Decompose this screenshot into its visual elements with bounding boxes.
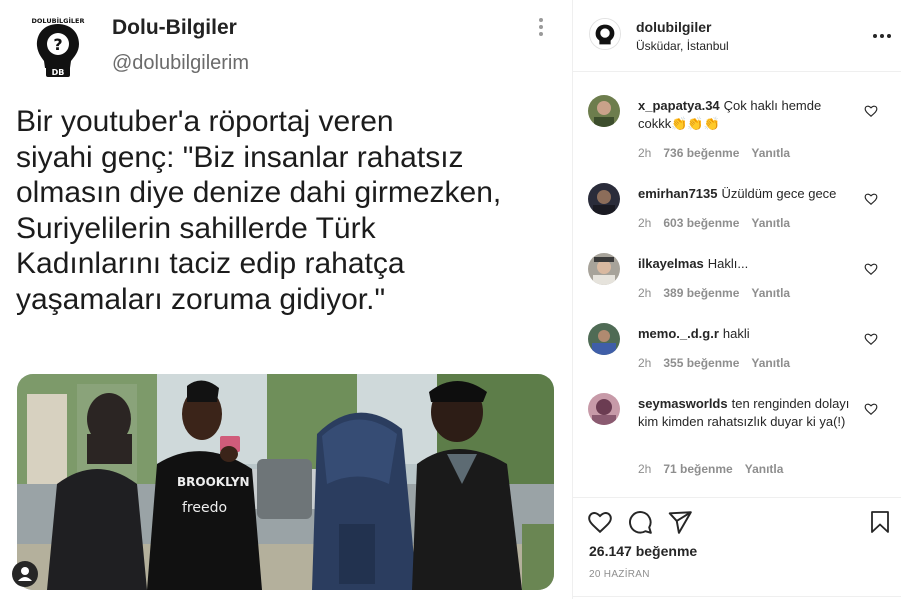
profile-avatar[interactable] <box>589 18 621 50</box>
heart-icon[interactable] <box>587 509 613 535</box>
tweet-line: olmasın diye denize dahi girmezken, <box>16 176 502 209</box>
comment-avatar[interactable] <box>588 253 620 285</box>
post-header: dolubilgiler Üsküdar, İstanbul <box>573 0 901 72</box>
post-author-username[interactable]: dolubilgiler <box>636 19 711 35</box>
like-count[interactable]: 26.147 beğenme <box>589 543 697 559</box>
tweet-line: yaşamaları zoruma gidiyor." <box>16 282 386 316</box>
more-icon[interactable] <box>873 34 891 38</box>
tweet-header: ? DOLUBİLGİLER DB Dolu-Bilgiler @dolubil… <box>30 14 249 78</box>
comment-heart-icon[interactable] <box>864 262 878 276</box>
comment-avatar[interactable] <box>588 323 620 355</box>
comment-text: memo._.d.g.r hakli <box>638 326 750 341</box>
comment-text: ilkayelmas Haklı... <box>638 256 749 271</box>
tweet-more-icon <box>536 18 546 40</box>
tweet-line: Kadınlarını taciz edip rahatça <box>16 247 405 280</box>
svg-text:freedo: freedo <box>182 500 227 516</box>
svg-text:DB: DB <box>52 68 65 77</box>
comment-heart-icon[interactable] <box>864 192 878 206</box>
comment-text: emirhan7135 Üzüldüm gece gece <box>638 186 837 201</box>
comments-panel: dolubilgiler Üsküdar, İstanbul x_papatya… <box>573 0 901 599</box>
tweet-author-name: Dolu-Bilgiler <box>112 16 237 39</box>
comment-username[interactable]: x_papatya.34 <box>638 98 720 113</box>
comment-icon[interactable] <box>627 509 653 535</box>
svg-text:BROOKLYN: BROOKLYN <box>177 475 250 489</box>
comment-meta: 2h 736 beğenme Yanıtla <box>638 146 791 160</box>
comment-meta: 2h 355 beğenme Yanıtla <box>638 356 791 370</box>
post-actions: 26.147 beğenme 20 HAZİRAN <box>573 497 901 599</box>
comment-text: seymasworlds ten renginden dolayı kim kim… <box>638 396 850 429</box>
bookmark-icon[interactable] <box>868 509 892 535</box>
comment-username[interactable]: emirhan7135 <box>638 186 718 201</box>
comment-username[interactable]: memo._.d.g.r <box>638 326 719 341</box>
comment-meta: 2h 389 beğenme Yanıtla <box>638 286 791 300</box>
tweet-line: siyahi genç: "Biz insanlar rahatsız <box>16 140 464 174</box>
user-tag-icon[interactable] <box>12 561 38 587</box>
comment-avatar[interactable] <box>588 393 620 425</box>
comment-username[interactable]: seymasworlds <box>638 396 728 411</box>
share-icon[interactable] <box>667 509 693 535</box>
dolubilgiler-logo: ? DOLUBİLGİLER DB <box>32 16 85 77</box>
comment-text: x_papatya.34 Çok haklı hemde cokkk👏👏👏 <box>638 98 822 131</box>
comment-heart-icon[interactable] <box>864 104 878 118</box>
post-date[interactable]: 20 HAZİRAN <box>589 569 650 580</box>
comment-heart-icon[interactable] <box>864 402 878 416</box>
comment-avatar[interactable] <box>588 95 620 127</box>
comment-meta: 2h 71 beğenme Yanıtla <box>638 462 784 476</box>
tweet-photo: BROOKLYN freedo <box>17 374 554 590</box>
comment-heart-icon[interactable] <box>864 332 878 346</box>
post-location[interactable]: Üsküdar, İstanbul <box>636 39 729 53</box>
comment-username[interactable]: ilkayelmas <box>638 256 704 271</box>
svg-text:?: ? <box>53 35 62 54</box>
post-image[interactable]: ? DOLUBİLGİLER DB Dolu-Bilgiler @dolubil… <box>0 0 572 599</box>
tweet-author-handle: @dolubilgilerim <box>112 52 250 74</box>
comment-avatar[interactable] <box>588 183 620 215</box>
svg-text:DOLUBİLGİLER: DOLUBİLGİLER <box>32 16 85 25</box>
instagram-post-view: ? DOLUBİLGİLER DB Dolu-Bilgiler @dolubil… <box>0 0 901 599</box>
tweet-line: Bir youtuber'a röportaj veren <box>16 105 394 138</box>
comment-meta: 2h 603 beğenme Yanıtla <box>638 216 791 230</box>
divider <box>573 596 901 597</box>
tweet-text: Bir youtuber'a röportaj veren siyahi gen… <box>16 104 556 317</box>
tweet-line: Suriyelilerin sahillerde Türk <box>16 211 376 245</box>
